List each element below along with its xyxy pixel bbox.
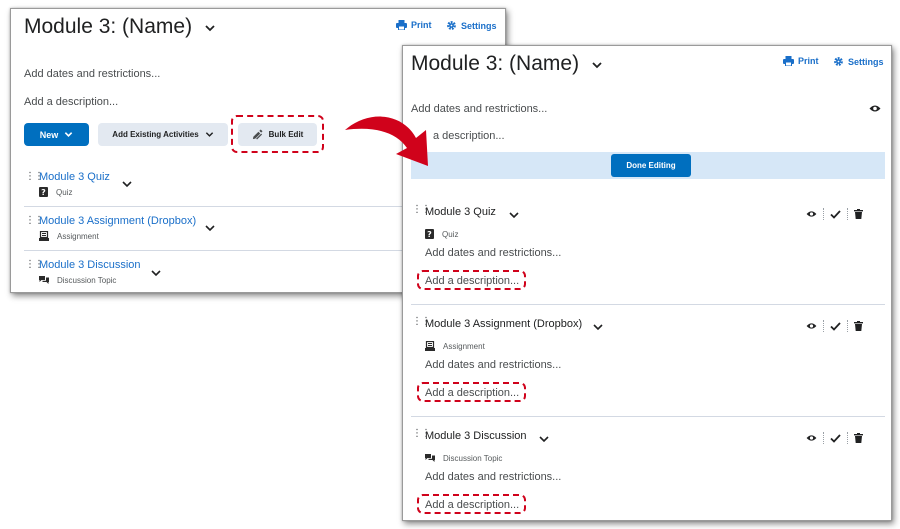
printer-icon — [396, 20, 407, 30]
eye-icon[interactable] — [869, 104, 881, 113]
new-button[interactable]: New — [24, 123, 89, 146]
trash-icon[interactable] — [854, 209, 863, 219]
item-add-dates-link[interactable]: Add dates and restrictions... — [425, 359, 561, 371]
add-existing-activities-button[interactable]: Add Existing Activities — [98, 123, 228, 146]
add-existing-label: Add Existing Activities — [112, 130, 199, 139]
item-type-label: Assignment — [57, 231, 99, 241]
print-button[interactable]: Print — [396, 20, 432, 30]
separator — [847, 432, 848, 444]
item-title[interactable]: Module 3 Quiz — [425, 206, 496, 218]
chevron-down-icon — [205, 132, 213, 137]
item-type: Discussion Topic — [39, 275, 116, 285]
separator — [847, 208, 848, 220]
trash-icon[interactable] — [854, 433, 863, 443]
chevron-down-icon[interactable] — [593, 323, 603, 331]
quiz-icon: ? — [39, 187, 48, 197]
add-description-link[interactable]: a description... — [433, 130, 505, 142]
module-title: Module 3: (Name) — [411, 52, 580, 75]
separator — [823, 320, 824, 332]
chevron-down-icon[interactable] — [539, 435, 549, 443]
chevron-down-icon[interactable] — [122, 180, 132, 188]
chevron-down-icon[interactable] — [151, 269, 161, 277]
check-icon[interactable] — [830, 433, 841, 443]
check-icon[interactable] — [830, 321, 841, 331]
trash-icon[interactable] — [854, 321, 863, 331]
gear-icon — [447, 21, 456, 30]
item-add-dates-link[interactable]: Add dates and restrictions... — [425, 247, 561, 259]
discussion-icon — [425, 454, 435, 462]
done-editing-button[interactable]: Done Editing — [611, 154, 691, 177]
item-title-link[interactable]: Module 3 Discussion — [39, 259, 141, 271]
chevron-down-icon[interactable] — [205, 224, 215, 232]
description-highlight — [417, 270, 526, 290]
settings-button[interactable]: Settings — [833, 56, 884, 67]
chevron-down-icon[interactable] — [591, 59, 603, 71]
bulk-edit-highlight — [231, 115, 324, 153]
add-description-link[interactable]: Add a description... — [24, 96, 118, 108]
print-label: Print — [798, 56, 819, 66]
item-type-label: Quiz — [442, 229, 459, 239]
item-actions — [806, 320, 863, 332]
eye-icon[interactable] — [806, 210, 817, 218]
item-title[interactable]: Module 3 Assignment (Dropbox) — [425, 318, 582, 330]
item-actions — [806, 432, 863, 444]
discussion-icon — [39, 276, 49, 284]
item-title-link[interactable]: Module 3 Assignment (Dropbox) — [39, 215, 196, 227]
chevron-down-icon[interactable] — [204, 22, 216, 34]
item-type-label: Discussion Topic — [443, 453, 503, 463]
separator — [823, 432, 824, 444]
settings-label: Settings — [848, 56, 884, 67]
eye-icon[interactable] — [806, 434, 817, 442]
check-icon[interactable] — [830, 209, 841, 219]
print-label: Print — [411, 20, 432, 30]
item-type: ? Quiz — [425, 229, 458, 239]
gear-icon — [834, 57, 843, 66]
item-type: ? Quiz — [39, 187, 72, 197]
item-title[interactable]: Module 3 Discussion — [425, 430, 527, 442]
divider — [411, 304, 885, 305]
settings-button[interactable]: Settings — [446, 20, 497, 31]
item-type: Assignment — [39, 231, 99, 241]
add-dates-link[interactable]: Add dates and restrictions... — [24, 68, 160, 80]
assignment-icon — [39, 231, 49, 241]
red-arrow-annotation — [345, 116, 428, 166]
item-type-label: Assignment — [443, 341, 485, 351]
new-label: New — [39, 129, 59, 140]
bulk-edit-panel: Module 3: (Name) Print Settings Add date… — [402, 45, 892, 521]
separator — [823, 208, 824, 220]
item-type: Assignment — [425, 341, 485, 351]
assignment-icon — [425, 341, 435, 351]
bulk-edit-bar: Done Editing — [411, 152, 885, 179]
page-title: Module 3: (Name) — [411, 52, 603, 76]
svg-text:?: ? — [41, 188, 46, 197]
item-add-dates-link[interactable]: Add dates and restrictions... — [425, 471, 561, 483]
item-actions — [806, 208, 863, 220]
module-title: Module 3: (Name) — [24, 15, 193, 38]
svg-text:?: ? — [427, 230, 432, 239]
item-type-label: Quiz — [56, 187, 73, 197]
divider — [411, 416, 885, 417]
page-title: Module 3: (Name) — [24, 15, 216, 39]
settings-label: Settings — [461, 20, 497, 31]
print-button[interactable]: Print — [783, 56, 819, 66]
separator — [847, 320, 848, 332]
item-title-link[interactable]: Module 3 Quiz — [39, 171, 110, 183]
eye-icon[interactable] — [806, 322, 817, 330]
description-highlight — [417, 494, 526, 514]
item-type: Discussion Topic — [425, 453, 502, 463]
item-type-label: Discussion Topic — [57, 275, 117, 285]
printer-icon — [783, 56, 794, 66]
quiz-icon: ? — [425, 229, 434, 239]
chevron-down-icon — [65, 132, 73, 137]
chevron-down-icon[interactable] — [509, 211, 519, 219]
description-highlight — [417, 382, 526, 402]
